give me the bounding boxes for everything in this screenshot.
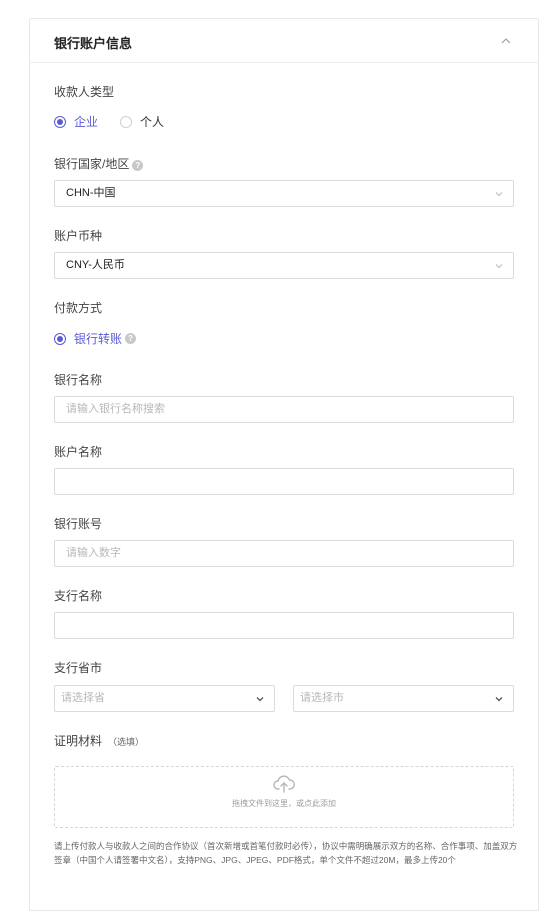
- bank-name-label: 银行名称: [54, 373, 103, 387]
- radio-bank-transfer-label[interactable]: 银行转账: [74, 330, 122, 347]
- bank-account-card: 银行账户信息 收款人类型 企业 个人 银行国家/地区? CHN-中国 账户币种 …: [29, 18, 539, 911]
- radio-individual-label[interactable]: 个人: [140, 113, 164, 130]
- account-number-input[interactable]: 请输入数字: [54, 540, 514, 567]
- bank-name-input[interactable]: 请输入银行名称搜索: [54, 396, 514, 423]
- help-icon[interactable]: ?: [132, 160, 144, 171]
- proof-label: 证明材料 （选填）: [54, 732, 144, 749]
- payment-method-radio-group: 银行转账 ?: [54, 330, 137, 347]
- account-number-placeholder: 请输入数字: [66, 547, 121, 559]
- section-title: 银行账户信息: [54, 36, 133, 51]
- card-header[interactable]: 银行账户信息: [30, 19, 538, 63]
- branch-name-input[interactable]: [54, 612, 514, 639]
- account-name-input[interactable]: [54, 468, 514, 495]
- upload-note: 请上传付款人与收款人之间的合作协议（首次新增或首笔付款时必传），协议中需明确展示…: [54, 841, 518, 865]
- bank-country-label-text: 银行国家/地区: [54, 157, 130, 171]
- bank-name-placeholder: 请输入银行名称搜索: [66, 403, 165, 415]
- upload-cloud-icon: [273, 775, 295, 793]
- payee-type-radio-group: 企业 个人: [54, 113, 186, 130]
- chevron-down-icon: [495, 192, 503, 197]
- bank-country-select[interactable]: CHN-中国: [54, 180, 514, 207]
- province-placeholder: 请选择省: [61, 692, 105, 704]
- upload-instruction: 拖拽文件到这里，或点此添加: [232, 799, 336, 808]
- help-icon[interactable]: ?: [125, 333, 137, 344]
- bank-country-value: CHN-中国: [66, 187, 116, 199]
- account-number-label: 银行账号: [54, 517, 103, 531]
- chevron-down-icon: [256, 697, 264, 702]
- payment-method-label: 付款方式: [54, 301, 103, 315]
- chevron-down-icon: [495, 264, 503, 269]
- bank-country-label: 银行国家/地区?: [54, 155, 144, 172]
- proof-label-text: 证明材料: [54, 734, 103, 748]
- currency-value: CNY-人民币: [66, 259, 125, 271]
- province-select[interactable]: 请选择省: [54, 685, 275, 712]
- radio-enterprise-label[interactable]: 企业: [74, 113, 98, 130]
- city-select[interactable]: 请选择市: [293, 685, 514, 712]
- radio-individual[interactable]: [120, 115, 133, 128]
- chevron-up-icon[interactable]: [500, 35, 512, 47]
- currency-select[interactable]: CNY-人民币: [54, 252, 514, 279]
- account-name-label: 账户名称: [54, 445, 103, 459]
- proof-optional-hint: （选填）: [108, 737, 145, 747]
- currency-label: 账户币种: [54, 229, 103, 243]
- branch-name-label: 支行名称: [54, 589, 103, 603]
- chevron-down-icon: [495, 697, 503, 702]
- payee-type-label: 收款人类型: [54, 85, 115, 99]
- file-upload-dropzone[interactable]: 拖拽文件到这里，或点此添加: [54, 766, 514, 828]
- radio-bank-transfer[interactable]: [54, 332, 66, 345]
- radio-enterprise[interactable]: [54, 115, 66, 128]
- city-placeholder: 请选择市: [300, 692, 344, 704]
- branch-location-label: 支行省市: [54, 661, 103, 675]
